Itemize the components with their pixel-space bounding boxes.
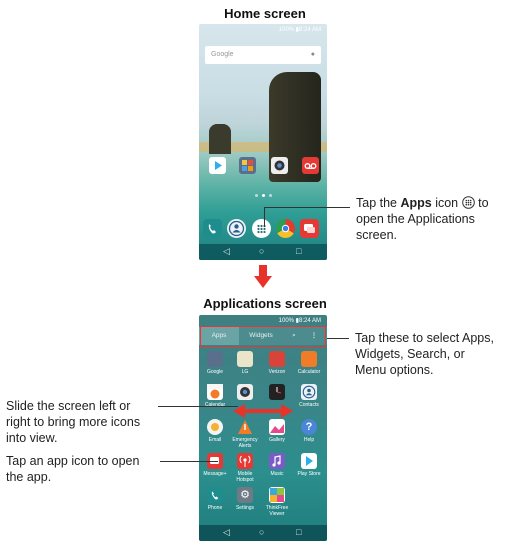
app-label: Contacts	[299, 402, 319, 408]
nav-bar: ◁ ○ □	[199, 525, 327, 541]
app-label: ThinkFree Viewer	[265, 505, 289, 517]
app-label: Mobile Hotspot	[236, 471, 254, 483]
play-store-icon[interactable]	[209, 157, 226, 174]
swipe-arrow-icon	[233, 404, 293, 418]
callout-line-tap-app	[160, 461, 218, 462]
app-label: Gallery	[269, 437, 285, 443]
home-button[interactable]: ○	[259, 527, 264, 537]
app-label: LG	[241, 369, 249, 375]
nav-bar: ◁ ○ □	[199, 244, 327, 260]
gallery-icon[interactable]	[269, 419, 285, 435]
app-label: Music	[270, 471, 284, 477]
slide-callout: Slide the screen left or right to bring …	[6, 399, 141, 445]
thinkfree-viewer-icon[interactable]	[269, 487, 285, 503]
google-search-placeholder: Google	[211, 51, 234, 58]
clock-icon[interactable]	[269, 384, 285, 400]
callout-line-slide	[158, 406, 238, 407]
help-icon[interactable]: ?	[301, 419, 317, 435]
camera-icon[interactable]	[237, 384, 253, 400]
app-label: Play Store	[297, 471, 321, 477]
app-label: Help	[303, 437, 315, 443]
back-button[interactable]: ◁	[223, 246, 230, 257]
phone-icon[interactable]	[203, 219, 222, 238]
contacts-icon[interactable]	[227, 219, 246, 238]
tab-bar-highlight	[200, 326, 326, 347]
callout-line-apps	[264, 207, 350, 208]
play-store-icon[interactable]	[301, 453, 317, 469]
apps-glyph-icon	[461, 196, 475, 209]
page-indicator-dot	[262, 194, 265, 197]
back-button[interactable]: ◁	[223, 527, 230, 538]
apps-icon-callout: Tap the Apps icon to open the Applicatio…	[356, 196, 489, 242]
lg-folder-icon[interactable]	[239, 157, 256, 174]
chrome-icon[interactable]	[276, 219, 295, 238]
app-label: Google	[206, 369, 224, 375]
app-label: Message+	[203, 471, 227, 477]
applications-screen-title: Applications screen	[203, 296, 327, 311]
app-label: Emergency Alerts	[232, 437, 258, 449]
phone-icon[interactable]	[207, 487, 223, 503]
music-icon[interactable]	[269, 453, 285, 469]
settings-icon[interactable]: ⚙	[237, 487, 253, 503]
recent-apps-button[interactable]: □	[296, 246, 301, 256]
mic-icon[interactable]: ●	[311, 46, 315, 64]
recent-apps-button[interactable]: □	[296, 527, 301, 537]
verizon-folder-icon[interactable]	[269, 351, 285, 367]
google-search-bar[interactable]: Google ●	[205, 46, 321, 64]
down-arrow-icon	[254, 265, 272, 288]
status-bar: 100% ▮8:24 AM	[278, 27, 321, 33]
applications-screen-phone: 100% ▮8:24 AM Apps Widgets ⌕ ⋮ Google LG…	[199, 315, 327, 541]
app-label: Phone	[207, 505, 223, 511]
google-folder-icon[interactable]	[207, 351, 223, 367]
app-label: Email	[208, 437, 222, 443]
mobile-hotspot-icon[interactable]	[237, 453, 253, 469]
home-screen-title: Home screen	[224, 6, 306, 21]
camera-icon[interactable]	[271, 157, 288, 174]
apps-icon[interactable]	[252, 219, 271, 238]
app-label: Calculator	[297, 369, 321, 375]
contacts-icon[interactable]	[301, 384, 317, 400]
app-label: Calendar	[204, 402, 226, 408]
app-label: Verizon	[268, 369, 286, 375]
emergency-alerts-icon[interactable]	[237, 419, 253, 435]
page-indicator-dot	[269, 194, 272, 197]
calendar-icon[interactable]	[207, 384, 223, 400]
calculator-icon[interactable]	[301, 351, 317, 367]
home-screen-phone: 100% ▮8:24 AM Google ● ◁ ○ □	[199, 24, 327, 260]
voicemail-icon[interactable]	[302, 157, 319, 174]
page-indicator-dot	[255, 194, 258, 197]
tap-app-callout: Tap an app icon to open the app.	[6, 454, 140, 484]
home-button[interactable]: ○	[259, 246, 264, 256]
messaging-icon[interactable]	[300, 219, 319, 238]
callout-line-tabs	[327, 338, 349, 339]
email-icon[interactable]	[207, 419, 223, 435]
lg-folder-icon[interactable]	[237, 351, 253, 367]
app-label: Settings	[235, 505, 255, 511]
tab-bar-callout: Tap these to select Apps, Widgets, Searc…	[355, 331, 494, 377]
